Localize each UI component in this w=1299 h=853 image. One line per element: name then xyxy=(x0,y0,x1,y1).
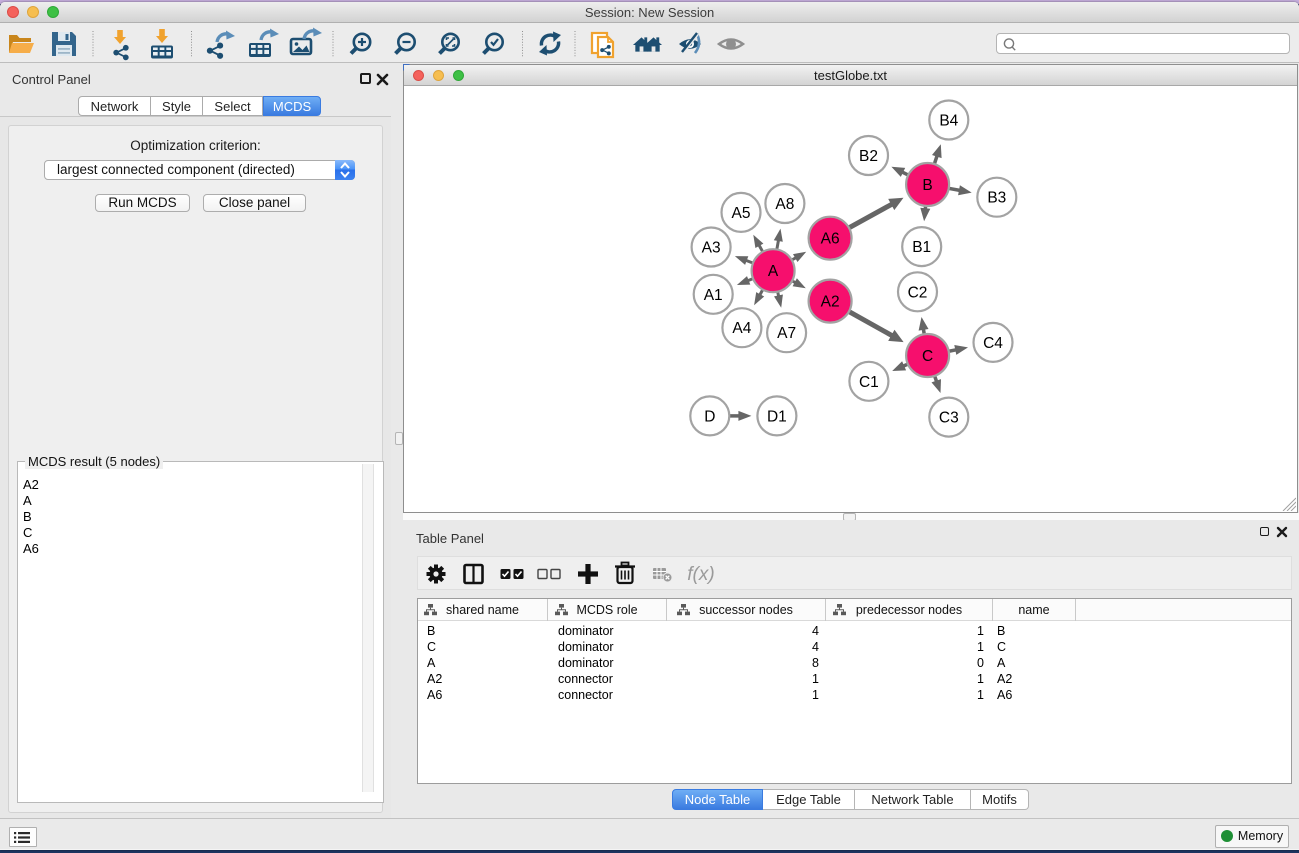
svg-text:A6: A6 xyxy=(821,231,840,248)
svg-text:B1: B1 xyxy=(912,239,931,256)
svg-text:C1: C1 xyxy=(859,374,879,391)
svg-text:A2: A2 xyxy=(821,294,840,311)
svg-text:C3: C3 xyxy=(939,410,959,427)
svg-text:A7: A7 xyxy=(777,325,796,342)
svg-text:B: B xyxy=(922,177,932,194)
svg-text:C2: C2 xyxy=(908,284,928,301)
svg-text:A3: A3 xyxy=(702,240,721,257)
svg-text:A8: A8 xyxy=(775,196,794,213)
svg-text:B4: B4 xyxy=(939,113,958,130)
svg-text:B2: B2 xyxy=(859,148,878,165)
svg-text:D1: D1 xyxy=(767,408,787,425)
svg-text:A4: A4 xyxy=(732,320,751,337)
svg-text:D: D xyxy=(704,408,715,425)
svg-text:B3: B3 xyxy=(987,190,1006,207)
svg-text:A5: A5 xyxy=(732,205,751,222)
svg-text:C: C xyxy=(922,348,933,365)
svg-text:A1: A1 xyxy=(704,287,723,304)
svg-text:A: A xyxy=(768,263,779,280)
svg-text:C4: C4 xyxy=(983,335,1003,352)
svg-text:f(x): f(x) xyxy=(687,564,714,585)
